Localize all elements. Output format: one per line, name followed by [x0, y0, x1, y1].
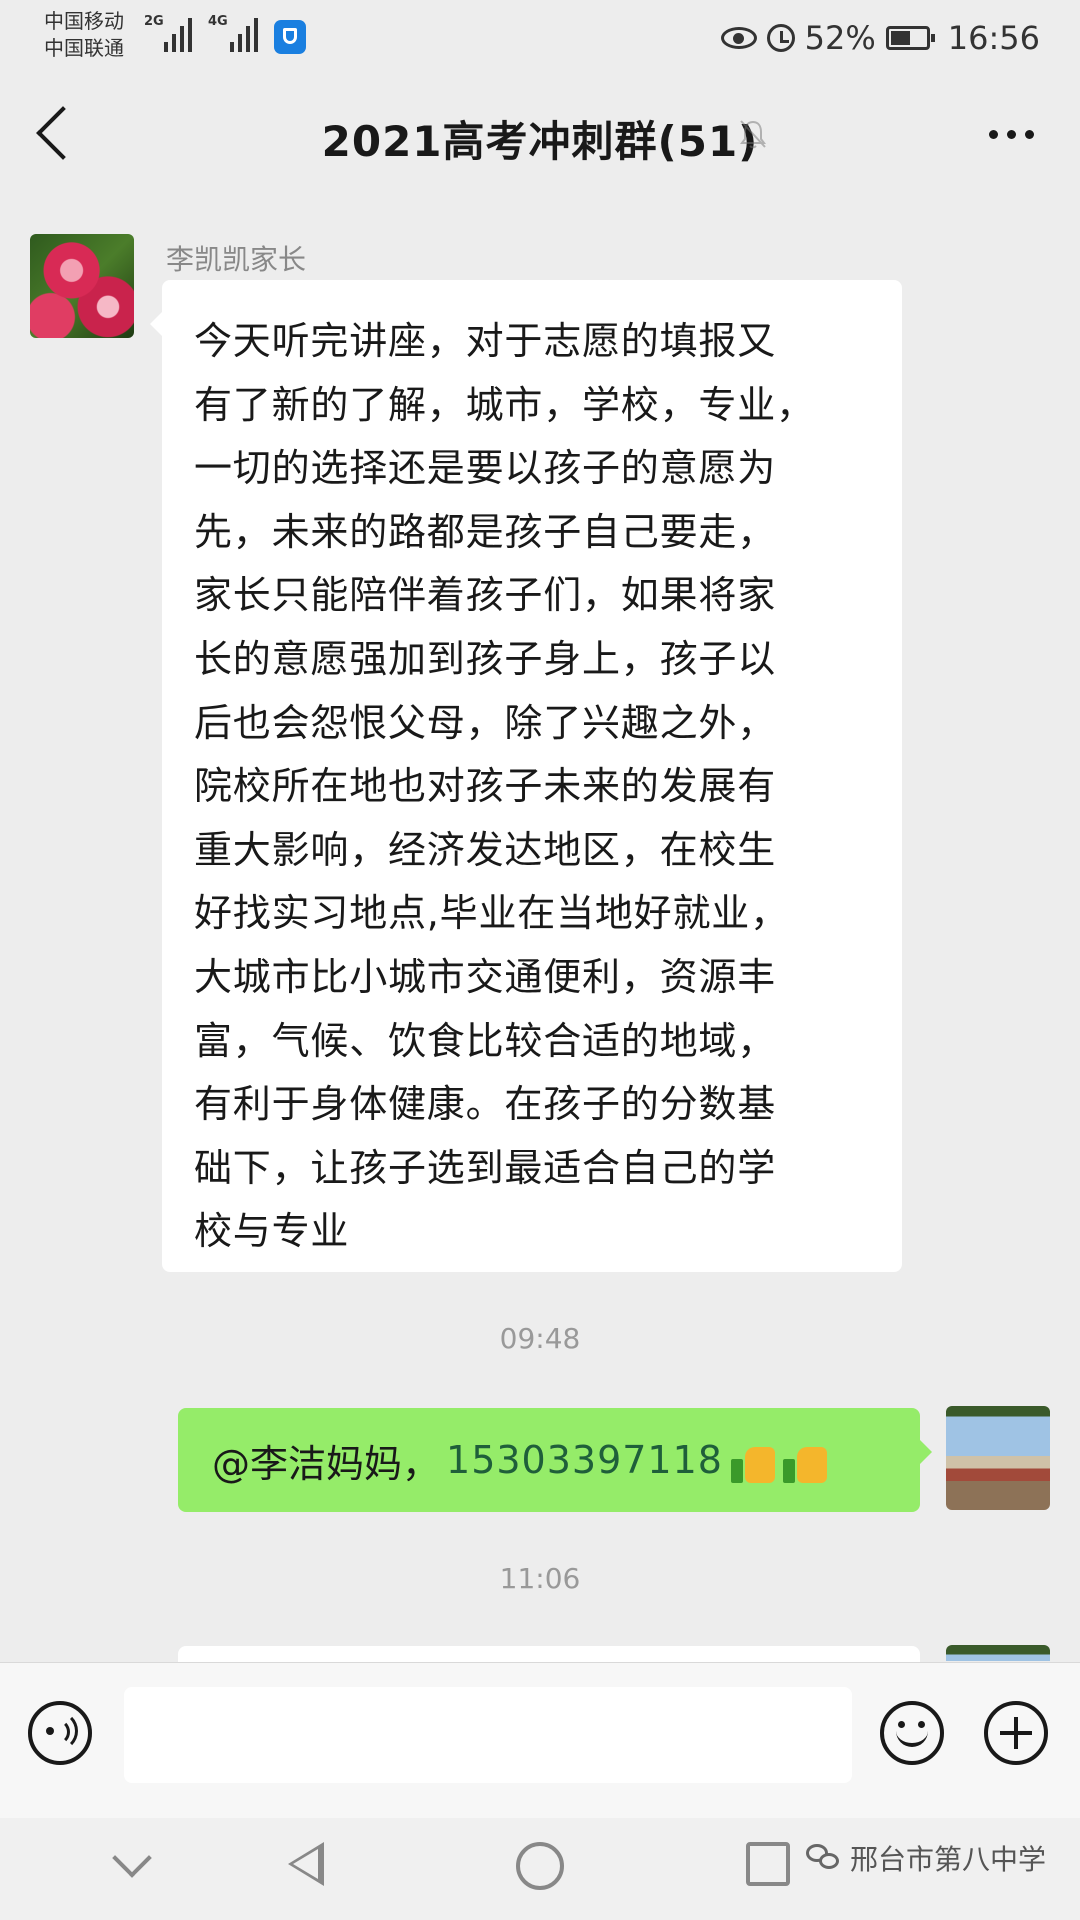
message-bubble-partial[interactable] [178, 1646, 920, 1662]
timestamp: 09:48 [499, 1322, 581, 1355]
message-line: 校与专业 [194, 1209, 350, 1254]
chat-header: 2021高考冲刺群(51) [0, 78, 1080, 190]
message-line: 大城市比小城市交通便利，资源丰 [194, 954, 777, 999]
nav-back-icon[interactable] [288, 1842, 324, 1886]
battery-icon [885, 26, 935, 50]
shield-app-icon [274, 20, 306, 54]
message-line: 础下，让孩子选到最适合自己的学 [194, 1145, 777, 1190]
mention-text: @李洁妈妈， [212, 1441, 441, 1486]
nav-down-icon[interactable] [112, 1838, 152, 1878]
network-type-2: 4G [208, 14, 228, 29]
carrier-2: 中国联通 [44, 36, 124, 60]
self-avatar[interactable] [946, 1406, 1050, 1510]
thumbs-up-emoji [730, 1437, 775, 1483]
message-bubble[interactable]: 今天听完讲座，对于志愿的填报又 有了新的了解，城市，学校，专业， 一切的选择还是… [150, 280, 902, 1272]
message-input[interactable] [124, 1687, 852, 1783]
battery-percent: 52% [804, 19, 876, 57]
message-bubble-self[interactable]: @李洁妈妈， 15303397118 [178, 1408, 932, 1512]
message-line: 院校所在地也对孩子未来的发展有 [194, 764, 777, 809]
clock: 16:56 [947, 19, 1040, 57]
system-nav-bar: 邢台市第八中学 [0, 1818, 1080, 1920]
more-dots-icon[interactable] [989, 130, 1034, 139]
wechat-logo-icon [806, 1844, 842, 1872]
alarm-icon [766, 24, 795, 52]
nav-recent-icon[interactable] [746, 1842, 790, 1886]
message-line: 一切的选择还是要以孩子的意愿为 [194, 446, 777, 491]
self-avatar[interactable] [946, 1645, 1050, 1661]
watermark: 邢台市第八中学 [806, 1838, 1046, 1878]
status-bar: 中国移动 中国联通 2G 4G 52% 16:56 [0, 0, 1080, 78]
message-line: 先，未来的路都是孩子自己要走， [194, 509, 777, 554]
message-line: 富，气候、饮食比较合适的地域， [194, 1018, 777, 1063]
sender-avatar[interactable] [30, 234, 134, 338]
carrier-1: 中国移动 [44, 9, 124, 33]
watermark-text: 邢台市第八中学 [850, 1843, 1047, 1876]
plus-icon[interactable] [984, 1701, 1048, 1765]
message-line: 今天听完讲座，对于志愿的填报又 [194, 319, 777, 363]
timestamp: 11:06 [499, 1562, 581, 1595]
input-bar [0, 1662, 1080, 1819]
signal-icon: 2G [144, 14, 200, 52]
message-line: 有了新的了解，城市，学校，专业， [194, 382, 815, 427]
carrier-names: 中国移动 中国联通 [44, 8, 124, 62]
network-type-1: 2G [144, 14, 164, 29]
signal-icon: 4G [208, 14, 264, 52]
message-line: 好找实习地点,毕业在当地好就业， [194, 891, 789, 936]
message-line: 重大影响，经济发达地区，在校生 [194, 827, 777, 872]
chat-title: 2021高考冲刺群(51) [321, 117, 759, 166]
phone-number-link[interactable]: 15303397118 [446, 1438, 723, 1482]
message-line: 有利于身体健康。在孩子的分数基 [194, 1082, 777, 1127]
mute-bell-icon [740, 120, 766, 149]
message-line: 长的意愿强加到孩子身上，孩子以 [194, 636, 777, 681]
sender-name: 李凯凯家长 [166, 243, 307, 276]
thumbs-up-emoji [782, 1437, 827, 1483]
message-line: 家长只能陪伴着孩子们，如果将家 [194, 573, 777, 618]
voice-icon[interactable] [28, 1701, 92, 1765]
message-line: 后也会怨恨父母，除了兴趣之外， [194, 700, 777, 745]
nav-home-icon[interactable] [516, 1842, 564, 1890]
eye-icon [720, 27, 757, 49]
emoji-icon[interactable] [880, 1701, 944, 1765]
